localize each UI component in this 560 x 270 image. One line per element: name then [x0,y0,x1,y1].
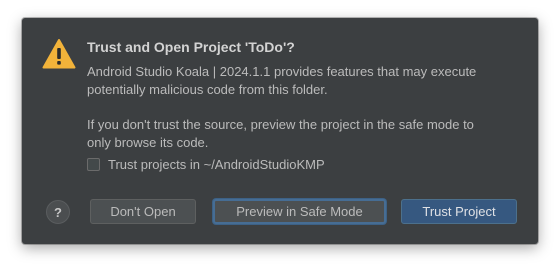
trust-projects-checkbox[interactable] [87,158,100,171]
trust-project-button[interactable]: Trust Project [401,199,517,224]
help-button[interactable]: ? [46,200,70,224]
trust-projects-checkbox-row[interactable]: Trust projects in ~/AndroidStudioKMP [87,157,325,172]
dialog-hint: If you don't trust the source, preview t… [87,117,474,150]
warning-icon [42,39,76,69]
trust-projects-checkbox-label[interactable]: Trust projects in ~/AndroidStudioKMP [108,157,325,172]
dialog-message: Android Studio Koala | 2024.1.1 provides… [87,64,477,97]
dialog-content: Trust and Open Project 'ToDo'? Android S… [87,38,523,152]
trust-project-dialog: Trust and Open Project 'ToDo'? Android S… [22,18,538,244]
preview-safe-mode-button[interactable]: Preview in Safe Mode [213,199,386,224]
dialog-title: Trust and Open Project 'ToDo'? [87,39,295,55]
dont-open-button[interactable]: Don't Open [90,199,196,224]
